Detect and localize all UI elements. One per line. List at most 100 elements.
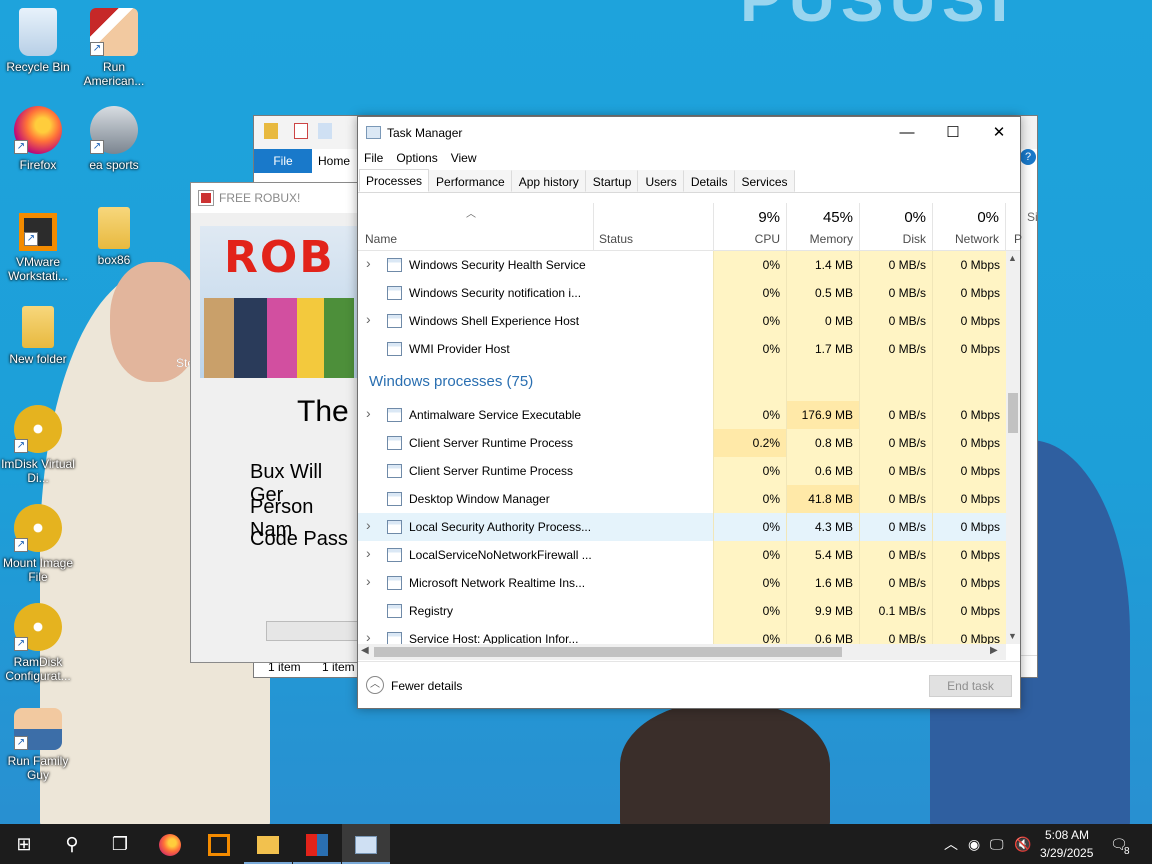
horizontal-scroll-thumb[interactable]: [374, 647, 842, 657]
minimize-button[interactable]: —: [884, 117, 930, 149]
meet-now-icon[interactable]: ◉: [968, 824, 980, 864]
tab-startup[interactable]: Startup: [585, 170, 639, 192]
column-power-clipped[interactable]: P: [1005, 203, 1022, 251]
menu-view[interactable]: View: [451, 149, 477, 169]
scroll-left-arrow-icon[interactable]: ◀: [361, 645, 369, 656]
expand-chevron-icon[interactable]: ›: [366, 255, 371, 271]
fewer-details-link[interactable]: Fewer details: [391, 679, 462, 693]
desktop-icon-new-folder[interactable]: New folder: [0, 306, 76, 366]
taskbar-firefox-icon[interactable]: [146, 824, 194, 864]
desktop-icon-ramdisk[interactable]: ↗ RamDisk Configurat...: [0, 603, 76, 683]
process-row[interactable]: › Windows Shell Experience Host 0% 0 MB 0 MB…: [358, 307, 1006, 335]
desktop-icon-label: box86: [97, 253, 131, 267]
network-icon[interactable]: 🖵: [990, 824, 1004, 864]
process-row[interactable]: › Microsoft Network Realtime Ins... 0% 1.6 …: [358, 569, 1006, 597]
process-disk-cell: 0 MB/s: [859, 251, 932, 279]
action-center-icon[interactable]: 🗨: [1110, 824, 1128, 864]
show-hidden-icons-chevron-icon[interactable]: ︿: [944, 824, 958, 864]
search-icon[interactable]: ⚲: [48, 824, 96, 864]
process-row[interactable]: Client Server Runtime Process 0% 0.6 MB 0 M…: [358, 457, 1006, 485]
process-row[interactable]: › Local Security Authority Process... 0% 4.…: [358, 513, 1006, 541]
explorer-home-tab[interactable]: Home: [312, 149, 356, 173]
horizontal-scrollbar[interactable]: ◀ ▶: [358, 644, 1006, 660]
process-row[interactable]: Registry 0% 9.9 MB 0.1 MB/s 0 Mbps: [358, 597, 1006, 625]
column-name[interactable]: Name: [358, 203, 593, 251]
menu-options[interactable]: Options: [396, 149, 437, 169]
fewer-details-chevron-up-icon[interactable]: ︿: [366, 676, 384, 694]
desktop-icon-box86[interactable]: box86: [76, 207, 152, 267]
desktop-icon-run-american[interactable]: ↗ Run American...: [76, 8, 152, 88]
column-disk[interactable]: 0% Disk: [859, 203, 932, 251]
process-cpu-cell: 0%: [713, 251, 786, 279]
process-mem-cell: 4.3 MB: [786, 513, 859, 541]
explorer-help-icon[interactable]: ?: [1020, 149, 1036, 165]
explorer-file-tab[interactable]: File: [254, 149, 312, 173]
end-task-button[interactable]: End task: [929, 675, 1012, 697]
expand-chevron-icon[interactable]: ›: [366, 517, 371, 533]
run-american-icon: ↗: [90, 8, 138, 56]
free-robux-window[interactable]: FREE ROBUX! ROB The Bux Will Ger Person …: [190, 182, 360, 663]
column-network[interactable]: 0% Network: [932, 203, 1005, 251]
clock-date[interactable]: 3/29/2025: [1040, 846, 1093, 860]
expand-chevron-icon[interactable]: ›: [366, 405, 371, 421]
tab-processes[interactable]: Processes: [359, 169, 430, 192]
volume-muted-icon[interactable]: 🔇: [1014, 824, 1031, 864]
scroll-up-arrow-icon[interactable]: ▲: [1008, 253, 1017, 263]
process-disk-cell: 0 MB/s: [859, 307, 932, 335]
desktop-icon-firefox[interactable]: ↗ Firefox: [0, 106, 76, 172]
taskbar-vmware-icon[interactable]: [195, 824, 243, 864]
task-manager-window[interactable]: Task Manager — ☐ ✕ File Options View Pro…: [357, 116, 1022, 709]
robux-heading: The: [297, 395, 349, 428]
menu-file[interactable]: File: [364, 149, 383, 169]
desktop-icon-mount-image[interactable]: ↗ Mount Image File: [0, 504, 76, 584]
scroll-down-arrow-icon[interactable]: ▼: [1008, 631, 1017, 641]
task-manager-title-bar[interactable]: Task Manager — ☐ ✕: [358, 117, 1020, 149]
taskbar-robux-app-icon[interactable]: [293, 824, 341, 864]
tab-app-history[interactable]: App history: [511, 170, 586, 192]
explorer-new-folder-icon[interactable]: [318, 123, 332, 139]
column-cpu[interactable]: 9% CPU: [713, 203, 786, 251]
desktop-icon-family-guy[interactable]: ↗ Run Family Guy: [0, 708, 76, 782]
vertical-scrollbar[interactable]: ▲ ▼: [1006, 251, 1020, 644]
tab-services[interactable]: Services: [734, 170, 795, 192]
process-disk-cell: 0 MB/s: [859, 401, 932, 429]
explorer-folder-icon[interactable]: [264, 123, 278, 139]
scroll-right-arrow-icon[interactable]: ▶: [990, 645, 998, 656]
taskbar-file-explorer-icon[interactable]: [244, 824, 292, 864]
desktop-icon-ea-sports[interactable]: ↗ ea sports: [76, 106, 152, 172]
group-header-windows-processes[interactable]: Windows processes (75): [358, 363, 1006, 401]
process-row[interactable]: › LocalServiceNoNetworkFirewall ... 0% 5.4 …: [358, 541, 1006, 569]
close-button[interactable]: ✕: [976, 117, 1022, 149]
expand-chevron-icon[interactable]: ›: [366, 545, 371, 561]
process-row[interactable]: Windows Security notification i... 0% 0.5 …: [358, 279, 1006, 307]
desktop-icon-recycle-bin[interactable]: Recycle Bin: [0, 8, 76, 74]
robux-progress-bar: [266, 621, 359, 641]
clock-time[interactable]: 5:08 AM: [1045, 828, 1089, 842]
process-row[interactable]: › Windows Security Health Service 0% 1.4 MB…: [358, 251, 1006, 279]
windows-start-icon[interactable]: ⊞: [0, 824, 48, 864]
desktop-icon-vmware[interactable]: ↗ VMware Workstati...: [0, 213, 76, 283]
tab-details[interactable]: Details: [683, 170, 735, 192]
vertical-scroll-thumb[interactable]: [1008, 393, 1018, 433]
column-memory[interactable]: 45% Memory: [786, 203, 859, 251]
process-row[interactable]: › Service Host: Application Infor... 0% 0.6…: [358, 625, 1006, 644]
process-row[interactable]: › Antimalware Service Executable 0% 176.9 M…: [358, 401, 1006, 429]
task-manager-menu-bar: File Options View: [358, 149, 1020, 169]
expand-chevron-icon[interactable]: ›: [366, 573, 371, 589]
taskbar-task-manager-icon[interactable]: [342, 824, 390, 864]
maximize-button[interactable]: ☐: [930, 117, 976, 149]
robux-title-bar[interactable]: FREE ROBUX!: [191, 183, 359, 213]
task-view-icon[interactable]: ❐: [96, 824, 144, 864]
tab-users[interactable]: Users: [638, 170, 684, 192]
explorer-properties-icon[interactable]: [294, 123, 308, 139]
expand-chevron-icon[interactable]: ›: [366, 629, 371, 644]
process-row[interactable]: Client Server Runtime Process 0.2% 0.8 MB 0…: [358, 429, 1006, 457]
tab-performance[interactable]: Performance: [429, 170, 512, 192]
column-status[interactable]: Status: [593, 203, 713, 251]
process-name: Client Server Runtime Process: [409, 436, 574, 450]
process-row[interactable]: WMI Provider Host 0% 1.7 MB 0 MB/s 0 Mbps: [358, 335, 1006, 363]
desktop-icon-imdisk[interactable]: ↗ ImDisk Virtual Di...: [0, 405, 76, 485]
process-row[interactable]: Desktop Window Manager 0% 41.8 MB 0 MB/s 0 M…: [358, 485, 1006, 513]
family-guy-icon: ↗: [14, 708, 62, 750]
expand-chevron-icon[interactable]: ›: [366, 311, 371, 327]
